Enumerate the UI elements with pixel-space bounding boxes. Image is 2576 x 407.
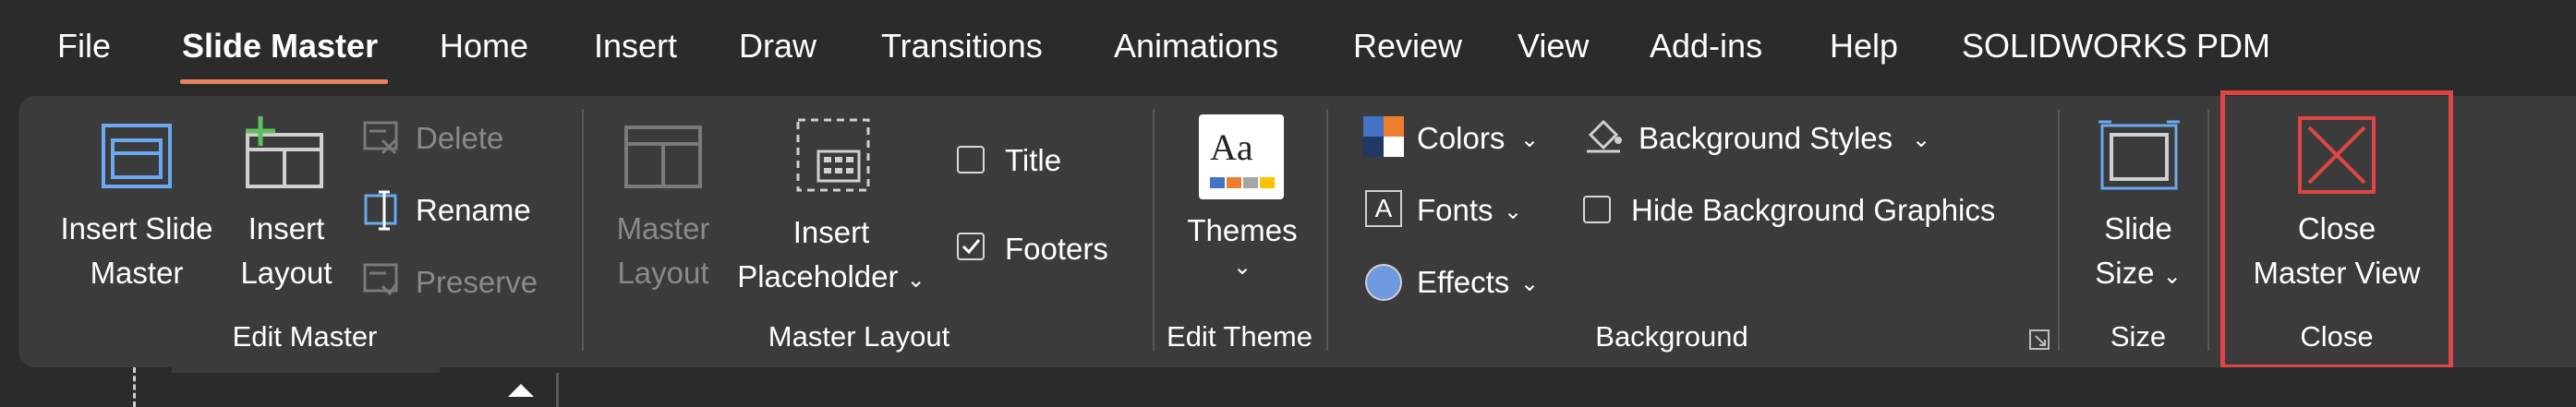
slide-size-label-2: Size [2095, 256, 2155, 290]
insert-placeholder-label-2: Placeholder [737, 259, 899, 293]
preserve-icon [363, 263, 399, 296]
chevron-down-icon: ⌄ [1504, 199, 1523, 224]
fonts-icon: A [1365, 190, 1402, 227]
insert-placeholder-label-2-wrap: Placeholder ⌄ [730, 255, 933, 303]
rename-label: Rename [416, 193, 531, 227]
colors-label: Colors [1417, 121, 1506, 155]
group-separator [2207, 109, 2209, 351]
group-separator [582, 109, 584, 351]
footers-checkbox-box[interactable] [957, 233, 985, 260]
slide-size-label-2-wrap: Size ⌄ [2078, 251, 2198, 299]
active-tab-indicator [180, 79, 388, 84]
tab-insert[interactable]: Insert [594, 26, 677, 66]
slide-pane-divider [133, 367, 136, 407]
master-layout-label-1: Master [616, 211, 710, 245]
group-label-master-layout: Master Layout [768, 320, 950, 353]
placeholder-icon [796, 118, 870, 192]
group-separator [2058, 109, 2060, 351]
footers-checkbox-label: Footers [1005, 232, 1108, 266]
workspace-strip [0, 367, 2576, 407]
chevron-down-icon: ⌄ [1520, 127, 1540, 152]
tab-file[interactable]: File [57, 26, 111, 66]
chevron-down-icon: ⌄ [906, 268, 925, 293]
hide-background-graphics-box[interactable] [1583, 196, 1611, 223]
chevron-down-icon: ⌄ [1520, 271, 1540, 296]
chevron-down-icon: ⌄ [1912, 127, 1931, 152]
master-layout-icon [624, 126, 702, 188]
group-separator [1326, 109, 1328, 351]
background-styles-label: Background Styles [1639, 121, 1893, 155]
tab-slide-master[interactable]: Slide Master [182, 26, 378, 66]
tab-home[interactable]: Home [440, 26, 528, 66]
slide-size-label-1: Slide [2104, 211, 2172, 245]
group-separator [1153, 109, 1155, 351]
delete-icon [363, 121, 398, 155]
dialog-launcher-icon[interactable] [2028, 329, 2050, 351]
collapse-ribbon-icon[interactable] [502, 380, 539, 401]
tab-view[interactable]: View [1518, 26, 1589, 66]
preserve-label: Preserve [416, 265, 538, 299]
group-label-edit-master: Edit Master [232, 320, 378, 353]
tab-review[interactable]: Review [1353, 26, 1462, 66]
master-layout-label-2: Layout [617, 256, 709, 290]
slide-size-icon [2098, 120, 2180, 190]
themes-icon: Aa [1199, 114, 1284, 199]
hide-background-graphics-label: Hide Background Graphics [1631, 193, 1996, 227]
pane-separator [556, 373, 559, 407]
fonts-label: Fonts [1417, 193, 1494, 227]
insert-layout-label-1: Insert [248, 211, 325, 245]
insert-placeholder-label-1: Insert [792, 215, 870, 249]
effects-label: Effects [1417, 265, 1510, 299]
slide-master-icon [102, 124, 172, 188]
checkmark-icon [961, 239, 981, 255]
ribbon-tail [172, 367, 440, 373]
tab-transitions[interactable]: Transitions [881, 26, 1043, 66]
chevron-down-icon: ⌄ [1232, 255, 1252, 280]
group-label-size: Size [2110, 320, 2167, 353]
title-checkbox-box[interactable] [957, 146, 985, 174]
insert-layout-label-2: Layout [240, 256, 333, 290]
rename-icon [364, 190, 397, 231]
close-group-highlight [2220, 90, 2453, 369]
themes-icon-text: Aa [1210, 126, 1253, 168]
tab-solidworks-pdm[interactable]: SOLIDWORKS PDM [1962, 26, 2270, 66]
insert-slide-master-label-1: Insert Slide [60, 211, 213, 245]
tab-animations[interactable]: Animations [1114, 26, 1278, 66]
tab-add-ins[interactable]: Add-ins [1650, 26, 1762, 66]
title-checkbox-label: Title [1005, 143, 1062, 177]
colors-icon [1363, 116, 1404, 157]
chevron-down-icon: ⌄ [2162, 264, 2182, 289]
menu-bar: File Slide Master Home Insert Draw Trans… [0, 0, 2576, 96]
tab-help[interactable]: Help [1830, 26, 1898, 66]
group-label-background: Background [1595, 320, 1748, 353]
group-label-edit-theme: Edit Theme [1167, 320, 1312, 353]
tab-draw[interactable]: Draw [739, 26, 816, 66]
effects-icon [1365, 264, 1402, 301]
delete-label: Delete [416, 121, 504, 155]
paint-bucket-icon [1587, 119, 1622, 153]
insert-slide-master-label-2: Master [90, 256, 184, 290]
insert-layout-icon [246, 116, 323, 188]
